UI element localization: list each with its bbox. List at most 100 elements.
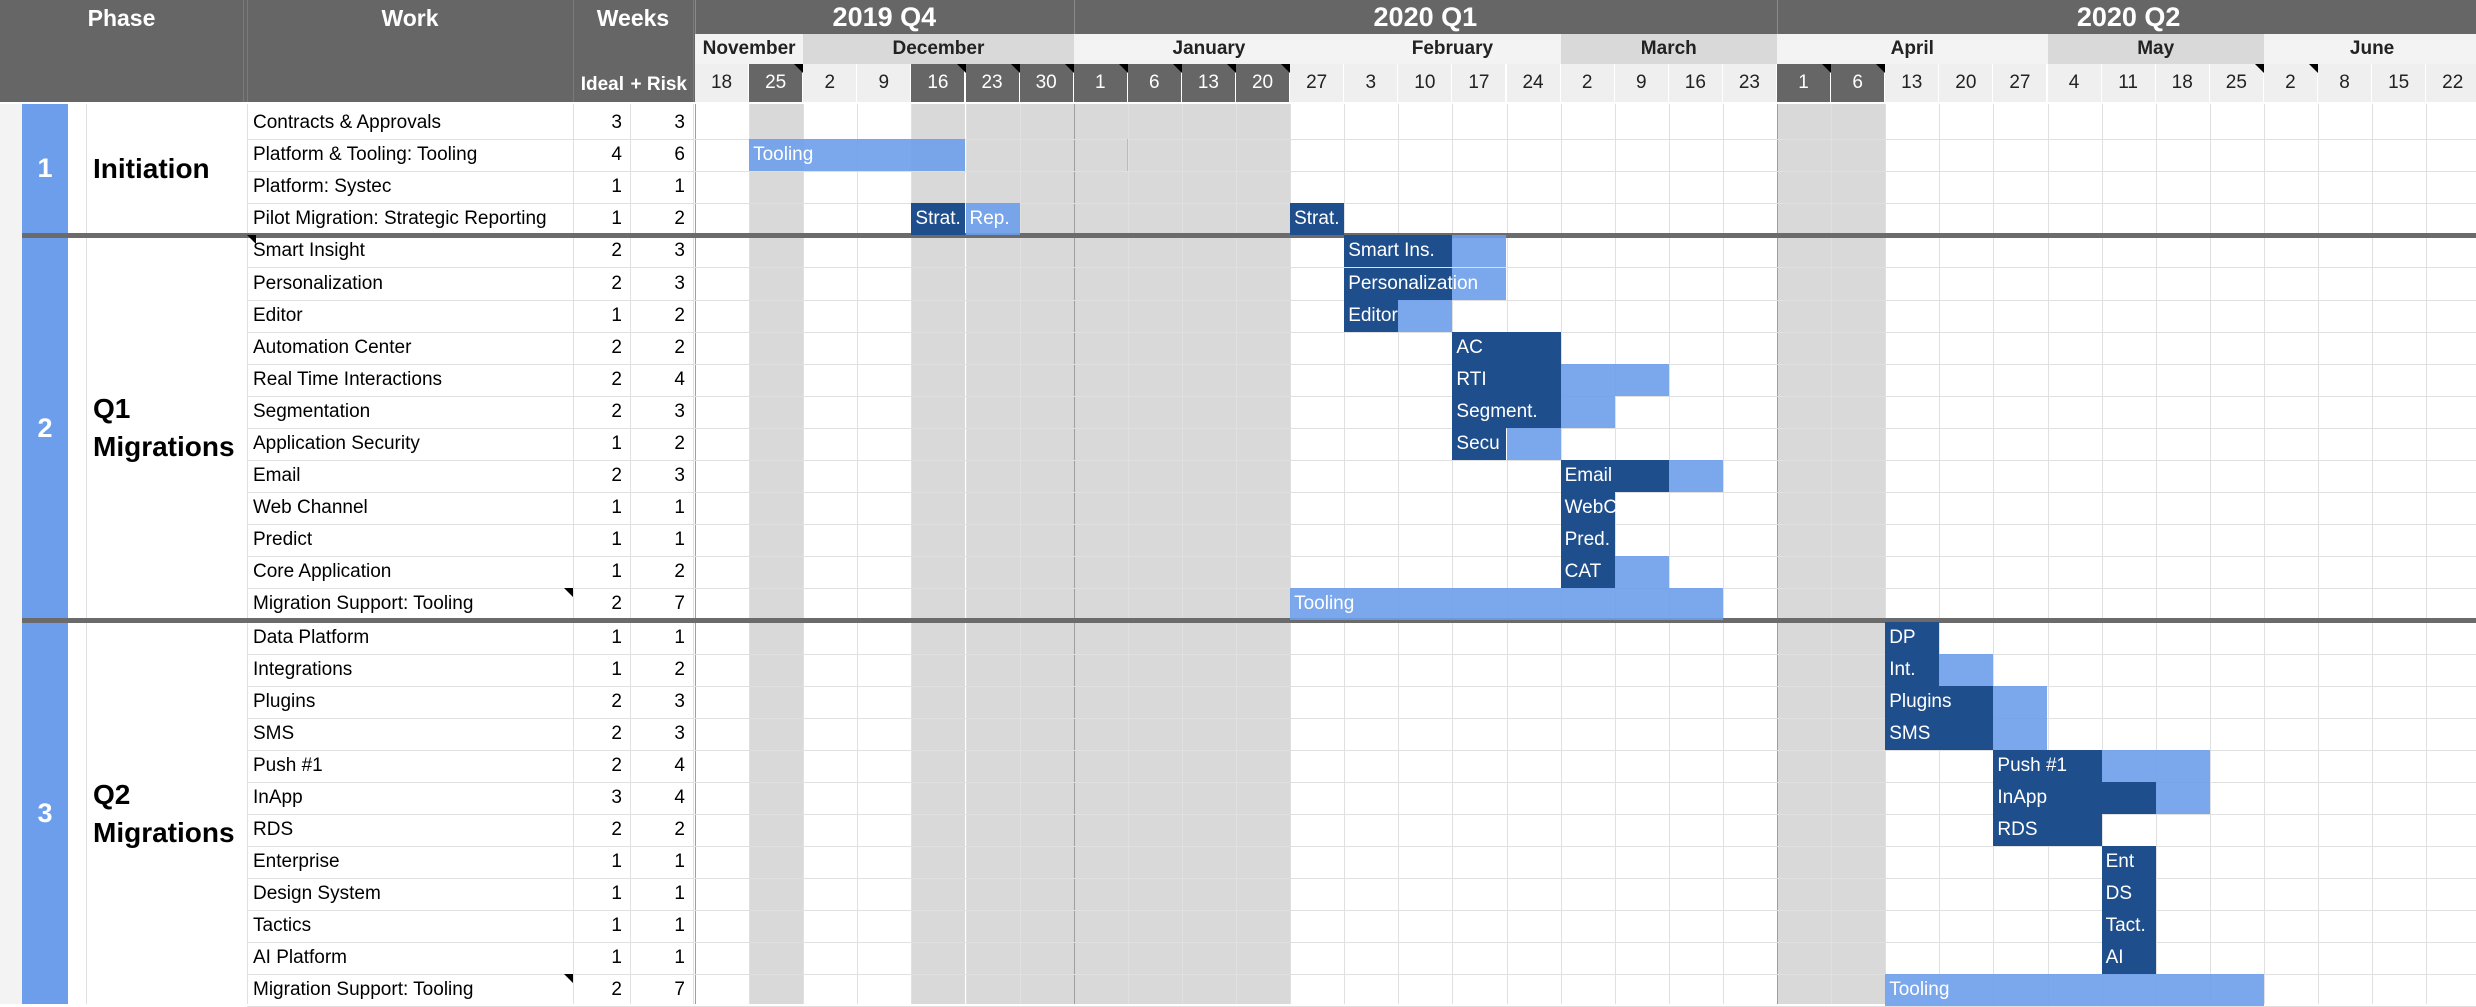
work-item[interactable]: Application Security — [247, 428, 573, 460]
work-item[interactable]: RDS — [247, 814, 573, 846]
risk-bar[interactable] — [1939, 654, 1994, 686]
work-item[interactable]: SMS — [247, 718, 573, 750]
risk-bar[interactable] — [1506, 428, 1561, 460]
ideal-weeks[interactable]: 1 — [573, 556, 630, 588]
work-item[interactable]: Core Application — [247, 556, 573, 588]
ideal-weeks[interactable]: 2 — [573, 718, 630, 750]
ideal-weeks[interactable]: 2 — [573, 686, 630, 718]
risk-bar[interactable] — [1560, 364, 1669, 396]
risk-weeks[interactable]: 3 — [630, 235, 693, 267]
risk-weeks[interactable]: 2 — [630, 654, 693, 686]
ideal-weeks[interactable]: 1 — [573, 492, 630, 524]
grid-column-line — [1668, 104, 1670, 1004]
work-item[interactable]: Tactics — [247, 910, 573, 942]
work-item[interactable]: Plugins — [247, 686, 573, 718]
risk-weeks[interactable]: 1 — [630, 171, 693, 203]
ideal-weeks[interactable]: 2 — [573, 235, 630, 267]
ideal-weeks[interactable]: 1 — [573, 300, 630, 332]
risk-weeks[interactable]: 2 — [630, 300, 693, 332]
work-item[interactable]: Real Time Interactions — [247, 364, 573, 396]
ideal-weeks[interactable]: 4 — [573, 139, 630, 171]
work-item[interactable]: Editor — [247, 300, 573, 332]
work-item[interactable]: Data Platform — [247, 622, 573, 654]
ideal-weeks[interactable]: 2 — [573, 588, 630, 620]
ideal-weeks[interactable]: 1 — [573, 203, 630, 235]
ideal-weeks[interactable]: 2 — [573, 750, 630, 782]
ideal-weeks[interactable]: 1 — [573, 622, 630, 654]
work-item[interactable]: InApp — [247, 782, 573, 814]
risk-weeks[interactable]: 3 — [630, 107, 693, 139]
risk-weeks[interactable]: 1 — [630, 524, 693, 556]
work-item[interactable]: AI Platform — [247, 942, 573, 974]
ideal-weeks[interactable]: 1 — [573, 428, 630, 460]
risk-weeks[interactable]: 2 — [630, 814, 693, 846]
work-item[interactable]: Integrations — [247, 654, 573, 686]
ideal-weeks[interactable]: 1 — [573, 942, 630, 974]
ideal-weeks[interactable]: 1 — [573, 846, 630, 878]
risk-weeks[interactable]: 1 — [630, 878, 693, 910]
ideal-weeks[interactable]: 2 — [573, 974, 630, 1006]
risk-bar[interactable] — [1993, 718, 2048, 750]
risk-weeks[interactable]: 2 — [630, 203, 693, 235]
work-item[interactable]: Automation Center — [247, 332, 573, 364]
work-item[interactable]: Predict — [247, 524, 573, 556]
work-item[interactable]: Push #1 — [247, 750, 573, 782]
ideal-weeks[interactable]: 2 — [573, 332, 630, 364]
ideal-weeks[interactable]: 3 — [573, 107, 630, 139]
risk-bar[interactable] — [1993, 686, 2048, 718]
bar-label: Tooling — [1889, 979, 1950, 1000]
risk-weeks[interactable]: 4 — [630, 750, 693, 782]
ideal-weeks[interactable]: 2 — [573, 268, 630, 300]
risk-weeks[interactable]: 7 — [630, 588, 693, 620]
work-item[interactable]: Web Channel — [247, 492, 573, 524]
phase-header: Phase — [87, 4, 156, 31]
work-item[interactable]: Migration Support: Tooling — [247, 588, 573, 620]
ideal-weeks[interactable]: 1 — [573, 878, 630, 910]
ideal-weeks[interactable]: 1 — [573, 654, 630, 686]
risk-bar[interactable] — [1398, 300, 1453, 332]
risk-bar[interactable] — [1452, 235, 1507, 267]
work-item[interactable]: Email — [247, 460, 573, 492]
risk-weeks[interactable]: 6 — [630, 139, 693, 171]
risk-weeks[interactable]: 1 — [630, 622, 693, 654]
ideal-weeks[interactable]: 1 — [573, 171, 630, 203]
risk-weeks[interactable]: 4 — [630, 364, 693, 396]
work-item[interactable]: Enterprise — [247, 846, 573, 878]
work-item[interactable]: Smart Insight — [247, 235, 573, 267]
risk-weeks[interactable]: 7 — [630, 974, 693, 1006]
ideal-weeks[interactable]: 1 — [573, 524, 630, 556]
ideal-weeks[interactable]: 1 — [573, 910, 630, 942]
risk-weeks[interactable]: 3 — [630, 396, 693, 428]
risk-weeks[interactable]: 1 — [630, 910, 693, 942]
risk-weeks[interactable]: 3 — [630, 686, 693, 718]
risk-bar[interactable] — [1560, 396, 1615, 428]
holiday-column — [1777, 104, 1832, 1004]
risk-weeks[interactable]: 2 — [630, 556, 693, 588]
ideal-weeks[interactable]: 2 — [573, 396, 630, 428]
risk-weeks[interactable]: 1 — [630, 492, 693, 524]
risk-weeks[interactable]: 2 — [630, 332, 693, 364]
risk-weeks[interactable]: 3 — [630, 460, 693, 492]
work-item[interactable]: Design System — [247, 878, 573, 910]
risk-bar[interactable] — [1614, 556, 1669, 588]
work-item[interactable]: Contracts & Approvals — [247, 107, 573, 139]
work-item[interactable]: Migration Support: Tooling — [247, 974, 573, 1006]
work-item[interactable]: Personalization — [247, 268, 573, 300]
work-item[interactable]: Segmentation — [247, 396, 573, 428]
risk-weeks[interactable]: 2 — [630, 428, 693, 460]
ideal-weeks[interactable]: 2 — [573, 814, 630, 846]
risk-weeks[interactable]: 1 — [630, 942, 693, 974]
work-item[interactable]: Platform & Tooling: Tooling — [247, 139, 573, 171]
risk-weeks[interactable]: 1 — [630, 846, 693, 878]
ideal-weeks[interactable]: 2 — [573, 364, 630, 396]
risk-bar[interactable] — [2101, 750, 2210, 782]
ideal-weeks[interactable]: 3 — [573, 782, 630, 814]
work-item[interactable]: Pilot Migration: Strategic Reporting — [247, 203, 573, 235]
ideal-weeks[interactable]: 2 — [573, 460, 630, 492]
risk-weeks[interactable]: 3 — [630, 718, 693, 750]
risk-bar[interactable] — [1668, 460, 1723, 492]
work-item[interactable]: Platform: Systec — [247, 171, 573, 203]
risk-weeks[interactable]: 4 — [630, 782, 693, 814]
risk-bar[interactable] — [2155, 782, 2210, 814]
risk-weeks[interactable]: 3 — [630, 268, 693, 300]
